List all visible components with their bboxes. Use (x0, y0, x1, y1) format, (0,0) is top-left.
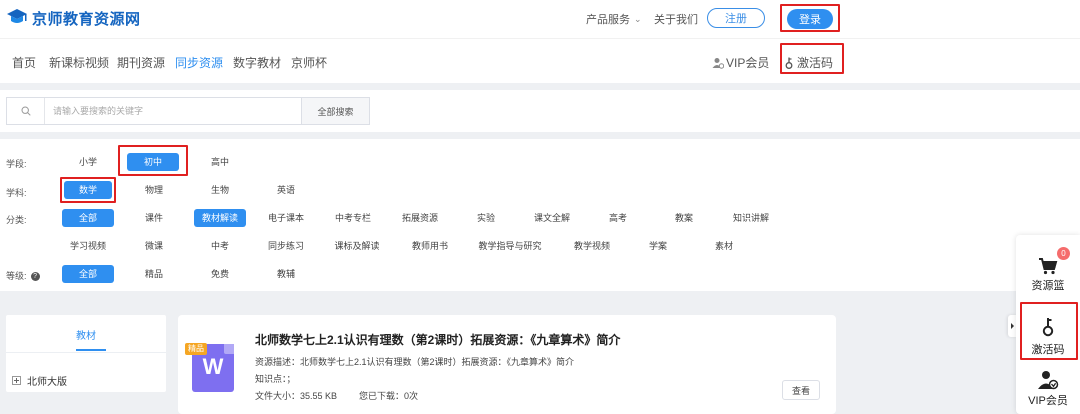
level-option-all[interactable]: 全部 (62, 265, 114, 283)
chevron-down-icon: ⌄ (634, 13, 642, 24)
category-label: 分类: (6, 215, 27, 225)
search-icon[interactable] (7, 98, 45, 124)
activation-code-link[interactable]: 激活码 (784, 54, 833, 71)
category-option-material[interactable]: 素材 (706, 237, 742, 255)
file-type-letter: W (202, 354, 224, 379)
search-box (6, 97, 302, 125)
tab-underline (76, 349, 106, 351)
category-option-lesson-plan[interactable]: 教案 (666, 209, 702, 227)
level-option-premium[interactable]: 精品 (136, 265, 172, 283)
tree-item-label: 北师大版 (27, 377, 67, 388)
category-option-extension[interactable]: 拓展资源 (394, 209, 446, 227)
resource-basket-label: 资源篮 (1031, 280, 1065, 292)
vip-member-link[interactable]: VIP会员 (712, 54, 769, 71)
category-option-sync-practice[interactable]: 同步练习 (262, 237, 310, 255)
help-icon[interactable]: ? (30, 272, 40, 282)
main-nav: 首页 新课标视频 期刊资源 同步资源 数字教材 京师杯 VIP会员 激活码 (0, 38, 1080, 83)
subject-option-biology[interactable]: 生物 (200, 181, 240, 199)
category-option-textbook-interpretation[interactable]: 教材解读 (194, 209, 246, 227)
resource-title[interactable]: 北师数学七上2.1认识有理数（第2课时）拓展资源：《九章算术》简介 (255, 331, 620, 348)
resource-download-count: 您已下载：0次 (359, 391, 419, 401)
resource-card: W 精品 北师数学七上2.1认识有理数（第2课时）拓展资源：《九章算术》简介 资… (178, 315, 836, 414)
textbook-tree-panel: 教材 北师大版 (6, 315, 166, 392)
graduation-cap-icon (6, 8, 28, 28)
nav-item-jingshi-cup[interactable]: 京师杯 (291, 54, 327, 71)
float-activation-label: 激活码 (1031, 344, 1065, 356)
nav-item-digital-textbook[interactable]: 数字教材 (233, 54, 281, 71)
level-label-text: 等级: (6, 271, 27, 281)
category-option-study-plan[interactable]: 学案 (640, 237, 676, 255)
float-vip-button[interactable]: VIP会员 (1016, 370, 1080, 408)
stage-option-junior[interactable]: 初中 (127, 153, 179, 171)
category-option-curriculum-standard[interactable]: 课标及解读 (328, 237, 386, 255)
category-option-ebook[interactable]: 电子课本 (262, 209, 310, 227)
expand-plus-icon[interactable] (12, 376, 21, 385)
category-option-micro-lesson[interactable]: 微课 (136, 237, 172, 255)
category-option-teaching-guidance[interactable]: 教学指导与研究 (472, 237, 548, 255)
category-option-zhongkao-column[interactable]: 中考专栏 (328, 209, 378, 227)
tab-textbook[interactable]: 教材 (6, 327, 166, 342)
stage-label: 学段: (6, 159, 27, 169)
register-button[interactable]: 注册 (707, 8, 765, 28)
float-activation-button[interactable]: 激活码 (1016, 317, 1080, 357)
site-logo[interactable]: 京师教育资源网 (6, 6, 141, 30)
category-option-experiment[interactable]: 实验 (468, 209, 504, 227)
about-us-link[interactable]: 关于我们 (654, 0, 698, 38)
product-services-label: 产品服务 (586, 14, 630, 26)
subject-option-physics[interactable]: 物理 (134, 181, 174, 199)
subject-option-english[interactable]: 英语 (266, 181, 306, 199)
search-input[interactable] (53, 98, 293, 124)
right-float-panel: 资源篮 激活码 VIP会员 (1016, 235, 1080, 414)
float-vip-label: VIP会员 (1028, 395, 1068, 407)
view-button[interactable]: 查看 (782, 380, 820, 400)
filter-panel: 学段: 小学 初中 高中 学科: 数学 物理 生物 英语 分类: 全部 课件 教… (0, 139, 1080, 291)
nav-item-home[interactable]: 首页 (12, 54, 36, 71)
premium-badge: 精品 (185, 343, 207, 355)
level-label: 等级:? (6, 269, 40, 282)
resource-file-size: 文件大小：35.55 KB (255, 391, 338, 401)
user-vip-icon (712, 57, 724, 69)
level-option-tutoring[interactable]: 教辅 (268, 265, 304, 283)
cart-count-badge: 0 (1057, 247, 1070, 260)
activation-code-label: 激活码 (797, 56, 834, 70)
subject-label: 学科: (6, 188, 27, 198)
divider (6, 352, 166, 353)
key-icon (785, 57, 793, 69)
category-option-study-video[interactable]: 学习视频 (62, 237, 114, 255)
tree-item-bnu-edition[interactable]: 北师大版 (12, 373, 67, 388)
category-option-text-analysis[interactable]: 课文全解 (528, 209, 576, 227)
category-option-all[interactable]: 全部 (62, 209, 114, 227)
login-button[interactable]: 登录 (787, 9, 833, 29)
nav-item-journals[interactable]: 期刊资源 (117, 54, 165, 71)
category-option-teaching-video[interactable]: 教学视频 (566, 237, 618, 255)
user-vip-icon (1038, 371, 1059, 390)
category-option-knowledge[interactable]: 知识讲解 (726, 209, 776, 227)
key-icon (1042, 318, 1054, 337)
category-option-courseware[interactable]: 课件 (136, 209, 172, 227)
level-option-free[interactable]: 免费 (202, 265, 238, 283)
vip-member-label: VIP会员 (726, 56, 770, 70)
resource-basket-button[interactable]: 资源篮 (1016, 257, 1080, 293)
cart-icon (1039, 258, 1058, 275)
stage-option-senior[interactable]: 高中 (200, 153, 240, 171)
search-all-button[interactable]: 全部搜索 (302, 97, 370, 125)
search-section: 全部搜索 (0, 90, 1080, 132)
nav-item-new-curriculum-video[interactable]: 新课标视频 (49, 54, 109, 71)
resource-knowledge-points: 知识点：； (255, 374, 296, 384)
subject-option-math[interactable]: 数学 (64, 181, 112, 199)
site-name: 京师教育资源网 (32, 10, 141, 28)
category-option-teacher-book[interactable]: 教师用书 (404, 237, 456, 255)
resource-description: 资源描述：北师数学七上2.1认识有理数（第2课时）拓展资源：《九章算术》简介 (255, 357, 575, 367)
nav-item-sync-resources[interactable]: 同步资源 (175, 54, 223, 71)
about-us-label: 关于我们 (654, 14, 698, 26)
product-services-menu[interactable]: 产品服务 ⌄ (586, 0, 642, 38)
category-option-gaokao[interactable]: 高考 (600, 209, 636, 227)
top-header: 京师教育资源网 产品服务 ⌄ 关于我们 注册 登录 (0, 0, 1080, 38)
stage-option-primary[interactable]: 小学 (68, 153, 108, 171)
category-option-zhongkao[interactable]: 中考 (202, 237, 238, 255)
